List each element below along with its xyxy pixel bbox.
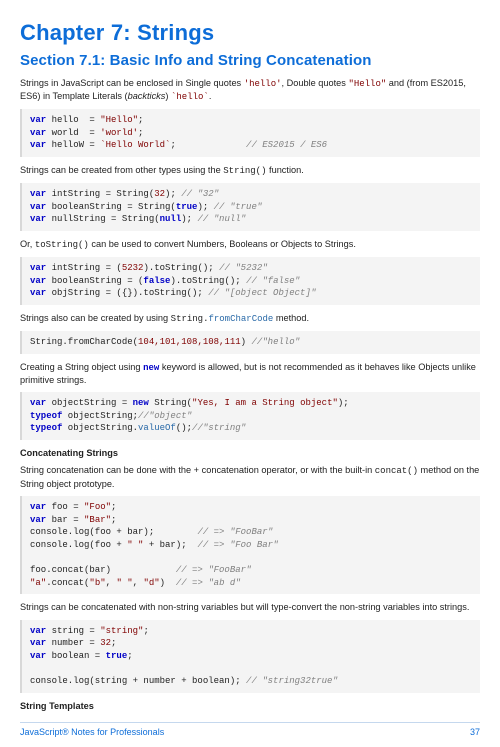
chapter-title: Chapter 7: Strings	[20, 20, 480, 46]
code-block-6: var foo = "Foo"; var bar = "Bar"; consol…	[20, 496, 480, 594]
subheading-concat: Concatenating Strings	[20, 447, 480, 459]
para-7: Strings can be concatenated with non-str…	[20, 601, 480, 613]
code-block-7: var string = "string"; var number = 32; …	[20, 620, 480, 693]
code-block-1: var hello = "Hello"; var world = 'world'…	[20, 109, 480, 157]
section-title: Section 7.1: Basic Info and String Conca…	[20, 52, 480, 69]
subheading-templates: String Templates	[20, 700, 480, 712]
code-block-3: var intString = (5232).toString(); // "5…	[20, 257, 480, 305]
para-intro: Strings in JavaScript can be enclosed in…	[20, 77, 480, 103]
footer-title: JavaScript® Notes for Professionals	[20, 727, 164, 737]
code-block-4: String.fromCharCode(104,101,108,108,111)…	[20, 331, 480, 354]
page-footer: JavaScript® Notes for Professionals 37	[20, 722, 480, 737]
code-block-2: var intString = String(32); // "32" var …	[20, 183, 480, 231]
page-number: 37	[470, 727, 480, 737]
para-2: Strings can be created from other types …	[20, 164, 480, 177]
code-block-5: var objectString = new String("Yes, I am…	[20, 392, 480, 440]
para-3: Or, toString() can be used to convert Nu…	[20, 238, 480, 251]
para-5: Creating a String object using new keywo…	[20, 361, 480, 387]
para-4: Strings also can be created by using Str…	[20, 312, 480, 325]
para-6: String concatenation can be done with th…	[20, 464, 480, 490]
